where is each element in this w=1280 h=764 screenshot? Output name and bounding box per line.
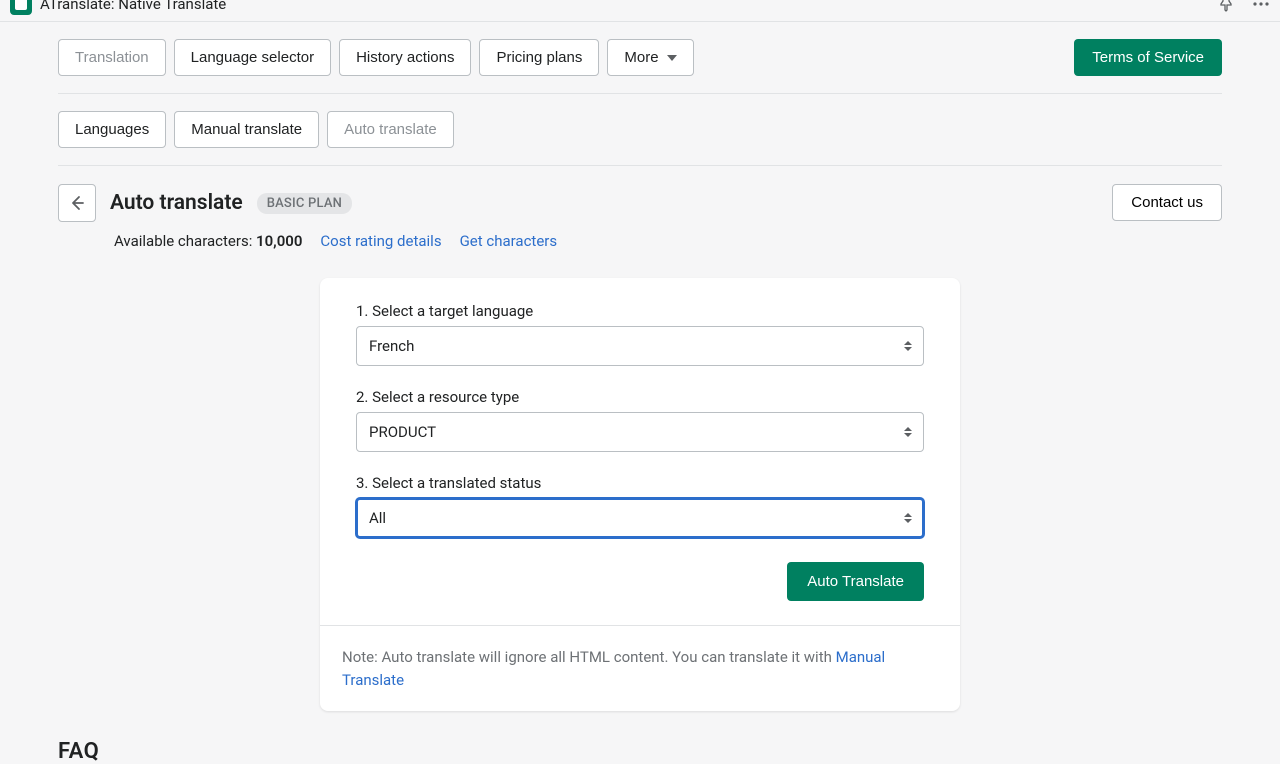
nav-language-selector[interactable]: Language selector	[174, 39, 331, 76]
nav-pricing-plans[interactable]: Pricing plans	[479, 39, 599, 76]
resource-type-select[interactable]: PRODUCT	[356, 412, 924, 452]
auto-translate-button[interactable]: Auto Translate	[787, 562, 924, 601]
note-text: Note: Auto translate will ignore all HTM…	[320, 625, 960, 711]
contact-us-button[interactable]: Contact us	[1112, 184, 1222, 221]
plan-badge: BASIC PLAN	[257, 193, 352, 214]
chevron-down-icon	[667, 55, 677, 61]
app-logo	[10, 0, 32, 15]
page-title: Auto translate	[110, 191, 243, 215]
app-title: ATranslate: Native Translate	[40, 0, 226, 13]
get-characters-link[interactable]: Get characters	[460, 232, 558, 250]
faq-heading: FAQ	[58, 711, 1222, 764]
tab-auto-translate[interactable]: Auto translate	[327, 111, 454, 148]
target-language-select[interactable]: French	[356, 326, 924, 366]
translated-status-label: 3. Select a translated status	[356, 474, 924, 492]
nav-more-label: More	[624, 49, 658, 66]
available-characters: Available characters: 10,000	[114, 232, 302, 250]
arrow-left-icon	[68, 194, 86, 212]
tab-manual-translate[interactable]: Manual translate	[174, 111, 319, 148]
nav-translation[interactable]: Translation	[58, 39, 166, 76]
translated-status-select[interactable]: All	[356, 498, 924, 538]
terms-of-service-button[interactable]: Terms of Service	[1074, 39, 1222, 76]
nav-more[interactable]: More	[607, 39, 693, 76]
auto-translate-form-card: 1. Select a target language French 2. Se…	[320, 278, 960, 711]
pin-icon[interactable]	[1218, 0, 1234, 12]
cost-rating-link[interactable]: Cost rating details	[320, 232, 441, 250]
resource-type-label: 2. Select a resource type	[356, 388, 924, 406]
back-button[interactable]	[58, 184, 96, 222]
more-icon[interactable]	[1252, 0, 1270, 12]
nav-history-actions[interactable]: History actions	[339, 39, 471, 76]
target-language-label: 1. Select a target language	[356, 302, 924, 320]
tab-languages[interactable]: Languages	[58, 111, 166, 148]
